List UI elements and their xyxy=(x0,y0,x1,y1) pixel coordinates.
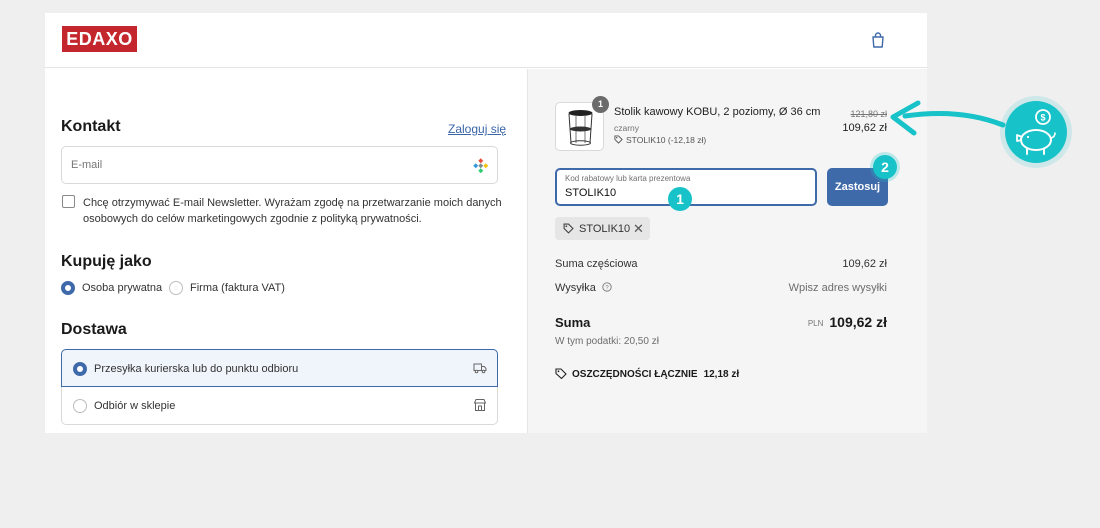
shipping-label: Wysyłka xyxy=(555,282,596,294)
applied-coupon-code: STOLIK10 xyxy=(579,223,631,235)
delivery-option-courier-label: Przesyłka kurierska lub do punktu odbior… xyxy=(94,363,299,375)
svg-text:$: $ xyxy=(1040,113,1045,123)
radio-company[interactable] xyxy=(169,281,183,295)
checkout-form: Kontakt Zaloguj się E-mail Chcę otrzymyw… xyxy=(45,69,527,433)
radio-private-label: Osoba prywatna xyxy=(82,282,163,294)
product-discount: STOLIK10 (-12,18 zł) xyxy=(614,135,706,145)
step-1-badge: 1 xyxy=(668,187,692,211)
radio-courier[interactable] xyxy=(73,362,87,376)
savings-row: OSZCZĘDNOŚCI ŁĄCZNIE 12,18 zł xyxy=(555,367,739,380)
piggy-bank-icon: $ xyxy=(1000,96,1072,168)
login-link[interactable]: Zaloguj się xyxy=(448,122,506,136)
savings-tag-icon xyxy=(555,368,567,380)
coupon-input-value: STOLIK10 xyxy=(565,187,617,199)
brand-logo[interactable]: EDAXO xyxy=(62,26,137,52)
info-icon[interactable]: ? xyxy=(602,282,612,292)
coupon-input-label: Kod rabatowy lub karta prezentowa xyxy=(565,174,691,183)
store-icon xyxy=(473,399,487,411)
delivery-option-courier[interactable]: Przesyłka kurierska lub do punktu odbior… xyxy=(61,349,498,387)
tag-icon xyxy=(614,135,623,144)
delivery-title: Dostawa xyxy=(61,321,127,338)
email-field[interactable]: E-mail xyxy=(61,146,498,184)
total-value-row: PLN 109,62 zł xyxy=(808,314,887,330)
truck-icon xyxy=(473,363,487,374)
delivery-option-store-label: Odbiór w sklepie xyxy=(94,400,176,412)
contact-title: Kontakt xyxy=(61,118,121,135)
product-price: 109,62 zł xyxy=(842,122,887,134)
subtotal-label: Suma częściowa xyxy=(555,258,638,270)
product-discount-text: STOLIK10 (-12,18 zł) xyxy=(626,135,707,145)
tag-icon xyxy=(563,223,574,234)
radio-private[interactable] xyxy=(61,281,75,295)
shipping-row: Wysyłka ? xyxy=(555,282,612,294)
radio-company-label: Firma (faktura VAT) xyxy=(190,282,285,294)
shopping-bag-icon[interactable] xyxy=(869,31,887,49)
checkout-page: EDAXO Kontakt Zaloguj się E-mail Chcę ot… xyxy=(45,13,927,433)
total-label: Suma xyxy=(555,315,591,330)
delivery-option-store[interactable]: Odbiór w sklepie xyxy=(61,387,498,425)
buyer-title: Kupuję jako xyxy=(61,253,152,270)
savings-label: OSZCZĘDNOŚCI ŁĄCZNIE xyxy=(572,369,698,380)
subtotal-value: 109,62 zł xyxy=(842,258,887,270)
order-summary: 1 Stolik kawowy KOBU, 2 poziomy, Ø 36 cm… xyxy=(527,69,927,433)
product-variant: czarny xyxy=(614,123,640,133)
applied-coupon-chip: STOLIK10 ✕ xyxy=(555,217,650,240)
total-value: 109,62 zł xyxy=(829,314,887,330)
newsletter-checkbox[interactable] xyxy=(62,195,75,208)
email-placeholder: E-mail xyxy=(71,159,103,171)
product-name: Stolik kawowy KOBU, 2 poziomy, Ø 36 cm xyxy=(614,106,821,118)
tax-info: W tym podatki: 20,50 zł xyxy=(555,336,659,347)
step-2-badge: 2 xyxy=(873,155,897,179)
product-old-price: 121,80 zł xyxy=(850,109,887,119)
remove-coupon-icon[interactable]: ✕ xyxy=(633,221,644,237)
radio-store[interactable] xyxy=(73,399,87,413)
savings-value: 12,18 zł xyxy=(703,369,740,380)
newsletter-text: Chcę otrzymywać E-mail Newsletter. Wyraż… xyxy=(83,197,502,225)
autofill-icon[interactable] xyxy=(473,158,488,173)
product-quantity-badge: 1 xyxy=(592,96,609,113)
total-currency: PLN xyxy=(807,319,824,328)
shipping-value: Wpisz adres wysyłki xyxy=(788,282,887,294)
header: EDAXO xyxy=(45,13,927,68)
